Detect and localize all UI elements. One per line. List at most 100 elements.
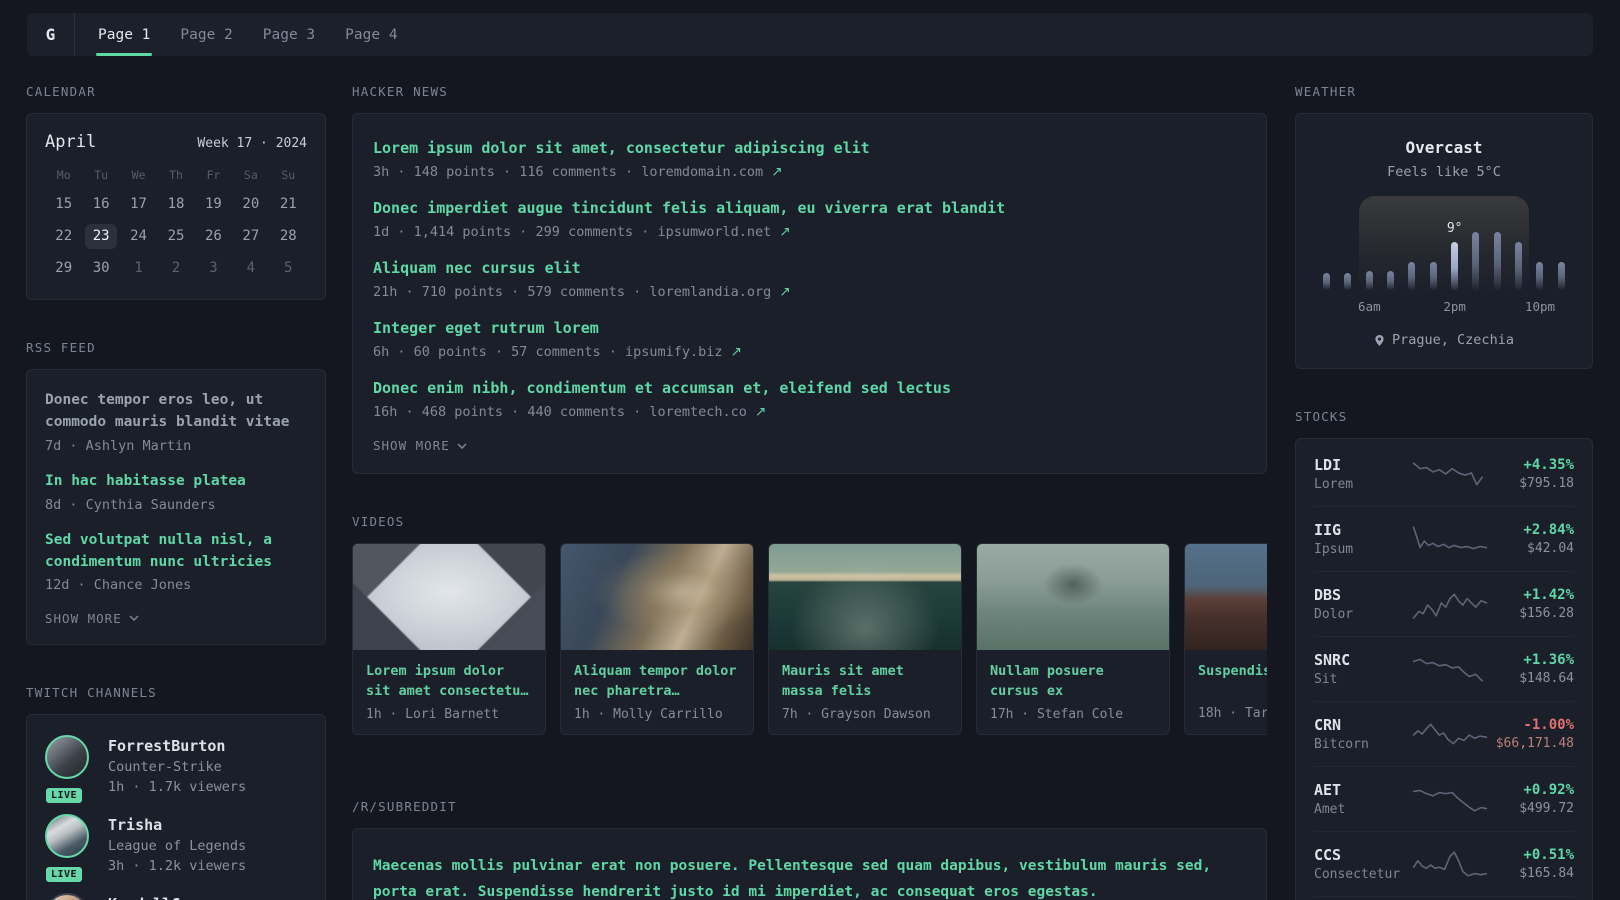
story-title[interactable]: Aliquam nec cursus elit (373, 258, 1246, 280)
story-meta: 3h · 148 points · 116 comments · loremdo… (373, 163, 783, 180)
stock-price: $165.84 (1519, 866, 1574, 881)
nav-tab-page-4[interactable]: Page 4 (343, 13, 399, 56)
rss-list: Donec tempor eros leo, ut commodo mauris… (45, 390, 307, 596)
video-meta: 7h · Grayson Dawson (782, 706, 931, 722)
rss-show-more-button[interactable]: SHOW MORE (45, 611, 307, 626)
show-more-label: SHOW MORE (45, 610, 122, 626)
rss-item-meta: 12d · Chance Jones (45, 577, 192, 594)
calendar-day: 25 (167, 228, 185, 244)
twitch-channel[interactable]: LIVE Trisha League of Legends 3h · 1.2k vie… (44, 813, 307, 884)
hackernews-show-more-button[interactable]: SHOW MORE (373, 438, 1246, 453)
weather-bar (1536, 262, 1544, 290)
story-title[interactable]: Lorem ipsum dolor sit amet, consectetur … (373, 138, 1246, 160)
stock-name: Sit (1314, 672, 1338, 687)
video-card[interactable]: Suspendisse sed diam 18h · Tara (1184, 543, 1267, 735)
rss-widget: Donec tempor eros leo, ut commodo mauris… (26, 369, 326, 645)
middle-column: HACKER NEWS Lorem ipsum dolor sit amet, … (352, 84, 1267, 900)
calendar-section: CALENDAR April Week 17 · 2024 Mo Tu We Th Fr… (26, 84, 326, 300)
calendar-day-of-week: Tu (94, 168, 109, 182)
subreddit-widget: Maecenas mollis pulvinar erat non posuer… (352, 827, 1267, 900)
story-source-link[interactable]: ipsumworld.net ↗ (657, 224, 790, 240)
stock-values: +4.35% $795.18 (1488, 457, 1574, 491)
calendar-day-of-week: Fr (206, 168, 221, 182)
video-title: Lorem ipsum dolor sit amet consectetu… (366, 663, 529, 700)
chevron-down-icon (129, 615, 139, 621)
story-source-link[interactable]: loremtech.co ↗ (649, 404, 766, 420)
stock-row[interactable]: DBS Dolor +1.42% $156.28 (1314, 571, 1574, 636)
avatar: LIVE (44, 734, 93, 805)
calendar-day: 1 (134, 260, 143, 276)
weather-bar-slot (1487, 200, 1508, 290)
video-meta: 18h · Tara (1198, 706, 1267, 721)
external-link-icon: ↗ (730, 343, 742, 360)
stock-id: SNRC Sit (1314, 651, 1412, 687)
calendar-day: 16 (92, 196, 110, 212)
video-card[interactable]: Nullam posuere cursus ex 17h · Stefan Col… (976, 543, 1170, 735)
weather-bars (1316, 200, 1572, 290)
story-meta: 21h · 710 points · 579 comments · loreml… (373, 283, 791, 300)
calendar-day: 3 (209, 260, 218, 276)
reddit-post-title[interactable]: Maecenas mollis pulvinar erat non posuer… (373, 853, 1246, 900)
rss-header: RSS FEED (26, 340, 96, 355)
stock-row[interactable]: CCS Consectetur +0.51% $165.84 (1314, 831, 1574, 896)
stock-ticker: DBS (1314, 586, 1342, 604)
weather-condition: Overcast (1405, 138, 1483, 157)
subreddit-header: /R/SUBREDDIT (352, 798, 457, 814)
twitch-channel[interactable]: LIVE ForrestBurton Counter-Strike 1h · 1.7k… (44, 734, 307, 805)
video-title: Mauris sit amet massa felis (782, 663, 904, 700)
video-card[interactable]: Aliquam tempor dolor nec pharetra… 1h · M… (560, 543, 754, 735)
weather-widget: Overcast Feels like 5°C 9° 6am 2pm 10pm Pr… (1295, 113, 1593, 369)
twitch-channel[interactable]: KendallCarr (45, 892, 307, 900)
stock-id: AET Amet (1314, 781, 1412, 817)
rss-item-title[interactable]: Donec tempor eros leo, ut commodo mauris… (45, 390, 307, 434)
video-card[interactable]: Mauris sit amet massa felis 7h · Grayson … (768, 543, 962, 735)
live-badge: LIVE (44, 864, 85, 884)
stock-row[interactable]: LDI Lorem +4.35% $795.18 (1314, 442, 1574, 506)
nav-tab-page-1[interactable]: Page 1 (96, 13, 153, 56)
rss-item-title[interactable]: Sed volutpat nulla nisl, a condimentum n… (45, 530, 307, 574)
weather-bar (1408, 262, 1416, 290)
story-title[interactable]: Donec imperdiet augue tincidunt felis al… (373, 198, 1246, 220)
calendar-grid: 15 16 17 18 19 20 21 22 23 24 25 26 27 28 29 30 1 2 3 4 5 (45, 192, 307, 281)
weather-bar-slot (1401, 200, 1422, 290)
story-title[interactable]: Integer eget rutrum lorem (373, 318, 1246, 340)
rss-item-meta: 7d · Ashlyn Martin (45, 437, 192, 454)
story-item: Lorem ipsum dolor sit amet, consectetur … (373, 138, 1246, 182)
stock-row[interactable]: CRN Bitcorn -1.00% $66,171.48 (1314, 701, 1574, 766)
story-title[interactable]: Donec enim nibh, condimentum et accumsan… (373, 378, 1246, 400)
chevron-down-icon (457, 442, 467, 449)
stock-row[interactable]: SNRC Sit +1.36% $148.64 (1314, 636, 1574, 701)
calendar-day-selected: 23 (85, 224, 117, 249)
story-source-link[interactable]: loremlandia.org ↗ (649, 284, 790, 300)
weather-bar-slot (1316, 200, 1337, 290)
stock-values: +1.42% $156.28 (1488, 587, 1574, 621)
stock-row[interactable]: AHS+0.46% (1314, 896, 1574, 900)
external-link-icon: ↗ (755, 403, 767, 420)
calendar-day: 17 (130, 196, 147, 212)
calendar-day-of-week: Mo (56, 168, 71, 182)
calendar-day-of-week: Sa (243, 168, 258, 182)
story-source-link[interactable]: loremdomain.com ↗ (641, 164, 782, 180)
time-axis-label: 10pm (1524, 299, 1556, 314)
story-item: Donec imperdiet augue tincidunt felis al… (373, 198, 1246, 242)
stock-name: Bitcorn (1314, 737, 1369, 752)
video-card[interactable]: Lorem ipsum dolor sit amet consectetu… 1h… (352, 543, 546, 735)
stock-price: $66,171.48 (1495, 736, 1574, 751)
right-column: WEATHER Overcast Feels like 5°C 9° 6am 2p… (1295, 84, 1593, 900)
temperature-label: 9° (1446, 220, 1463, 236)
stock-row[interactable]: AET Amet +0.92% $499.72 (1314, 766, 1574, 831)
nav-tab-page-2[interactable]: Page 2 (178, 13, 234, 56)
rss-item-title[interactable]: In hac habitasse platea (45, 471, 307, 493)
stock-id: LDI Lorem (1314, 456, 1412, 492)
dashboard-page: G Page 1 Page 2 Page 3 Page 4 CALENDAR Apri… (0, 0, 1620, 900)
stock-sparkline (1412, 462, 1483, 486)
external-link-icon: ↗ (779, 223, 791, 240)
video-card-body: Suspendisse sed diam 18h · Tara (1185, 650, 1267, 733)
nav-tab-page-3[interactable]: Page 3 (261, 13, 317, 56)
rss-item: In hac habitasse platea 8d · Cynthia Saun… (45, 471, 307, 515)
weather-bar (1451, 242, 1459, 290)
story-source-link[interactable]: ipsumify.biz ↗ (625, 344, 742, 360)
video-title: Nullam posuere cursus ex (990, 663, 1104, 700)
stock-row[interactable]: IIG Ipsum +2.84% $42.04 (1314, 506, 1574, 571)
calendar-day: 22 (55, 228, 73, 244)
